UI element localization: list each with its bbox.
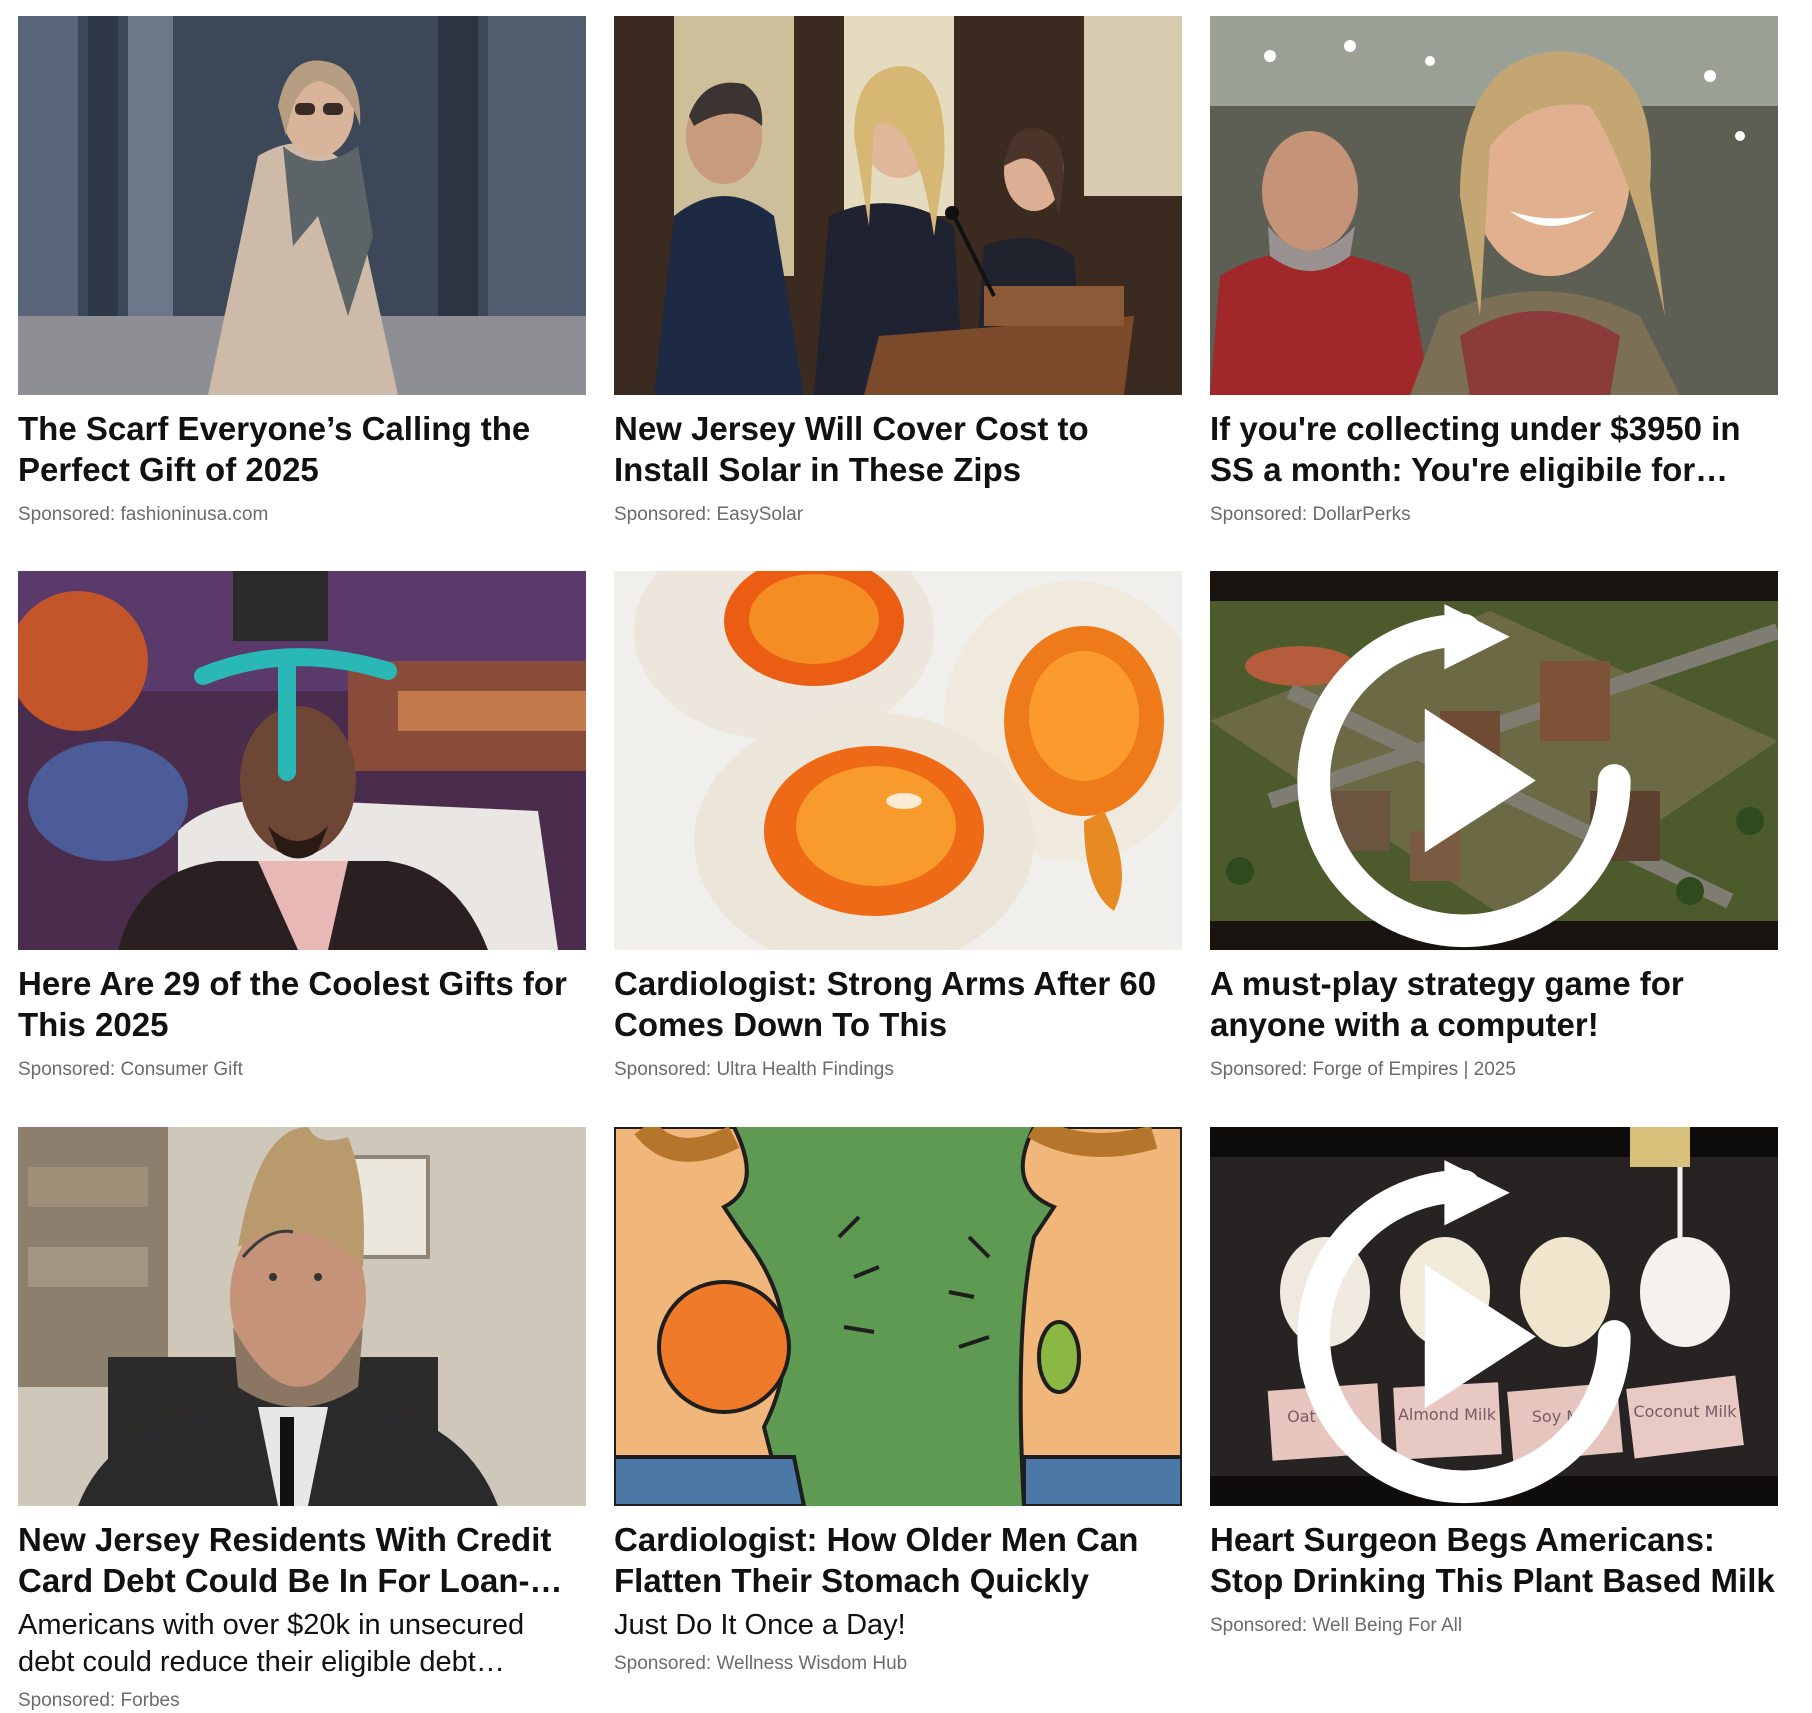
ad-image-press-conference[interactable]: [614, 16, 1182, 395]
ad-image-soft-boiled-eggs[interactable]: [614, 571, 1182, 950]
ad-image-gadget-man[interactable]: [18, 571, 586, 950]
stomach-cartoon-illustration: [614, 1127, 1182, 1506]
ad-title[interactable]: Here Are 29 of the Coolest Gifts for Thi…: [18, 963, 586, 1045]
ad-card: New Jersey Will Cover Cost to Install So…: [614, 16, 1182, 527]
ad-title[interactable]: New Jersey Will Cover Cost to Install So…: [614, 408, 1182, 490]
ad-title[interactable]: Heart Surgeon Begs Americans: Stop Drink…: [1210, 1519, 1778, 1601]
ad-image-woman-scarf[interactable]: [18, 16, 586, 395]
ad-image-plant-milk[interactable]: Oat Milk Almond Milk Soy Milk Coconut Mi…: [1210, 1127, 1778, 1506]
sponsor-label[interactable]: Sponsored: Wellness Wisdom Hub: [614, 1652, 1182, 1676]
replay-play-icon[interactable]: [1210, 1147, 1748, 1506]
ad-card: A must-play strategy game for anyone wit…: [1210, 571, 1778, 1082]
ad-card: Oat Milk Almond Milk Soy Milk Coconut Mi…: [1210, 1127, 1778, 1638]
ad-card: New Jersey Residents With Credit Card De…: [18, 1127, 586, 1713]
tattooed-man-illustration: [18, 1127, 586, 1506]
eggs-illustration: [614, 571, 1182, 950]
ad-card: The Scarf Everyone’s Calling the Perfect…: [18, 16, 586, 527]
ad-title[interactable]: The Scarf Everyone’s Calling the Perfect…: [18, 408, 586, 490]
ad-title[interactable]: Cardiologist: How Older Men Can Flatten …: [614, 1519, 1182, 1601]
sponsor-label[interactable]: Sponsored: fashioninusa.com: [18, 503, 586, 527]
ad-card: Here Are 29 of the Coolest Gifts for Thi…: [18, 571, 586, 1082]
ad-title[interactable]: A must-play strategy game for anyone wit…: [1210, 963, 1778, 1045]
sponsored-grid: The Scarf Everyone’s Calling the Perfect…: [0, 0, 1812, 1711]
woman-scarf-illustration: [18, 16, 586, 395]
sponsor-label[interactable]: Sponsored: Ultra Health Findings: [614, 1058, 1182, 1082]
ad-image-tattooed-man[interactable]: [18, 1127, 586, 1506]
smiling-woman-illustration: [1210, 16, 1778, 395]
sponsor-label[interactable]: Sponsored: DollarPerks: [1210, 503, 1778, 527]
ad-title[interactable]: Cardiologist: Strong Arms After 60 Comes…: [614, 963, 1182, 1045]
ad-description: Just Do It Once a Day!: [614, 1609, 906, 1641]
sponsor-label[interactable]: Sponsored: Forbes: [18, 1689, 586, 1713]
ad-card: If you're collecting under $3950 in SS a…: [1210, 16, 1778, 527]
ad-description: Americans with over $20k in unsecured de…: [18, 1609, 525, 1678]
sponsor-label[interactable]: Sponsored: Well Being For All: [1210, 1614, 1778, 1638]
ad-title[interactable]: If you're collecting under $3950 in SS a…: [1210, 408, 1778, 490]
ad-card: Cardiologist: Strong Arms After 60 Comes…: [614, 571, 1182, 1082]
ad-image-strategy-game[interactable]: [1210, 571, 1778, 950]
ad-title[interactable]: New Jersey Residents With Credit Card De…: [18, 1519, 586, 1601]
ad-image-smiling-woman[interactable]: [1210, 16, 1778, 395]
ad-image-stomach-cartoon[interactable]: [614, 1127, 1182, 1506]
sponsor-label[interactable]: Sponsored: Forge of Empires | 2025: [1210, 1058, 1778, 1082]
replay-play-icon[interactable]: [1210, 591, 1748, 950]
sponsor-label[interactable]: Sponsored: EasySolar: [614, 503, 1182, 527]
gadget-man-illustration: [18, 571, 586, 950]
ad-card: Cardiologist: How Older Men Can Flatten …: [614, 1127, 1182, 1676]
press-conference-illustration: [614, 16, 1182, 395]
sponsor-label[interactable]: Sponsored: Consumer Gift: [18, 1058, 586, 1082]
